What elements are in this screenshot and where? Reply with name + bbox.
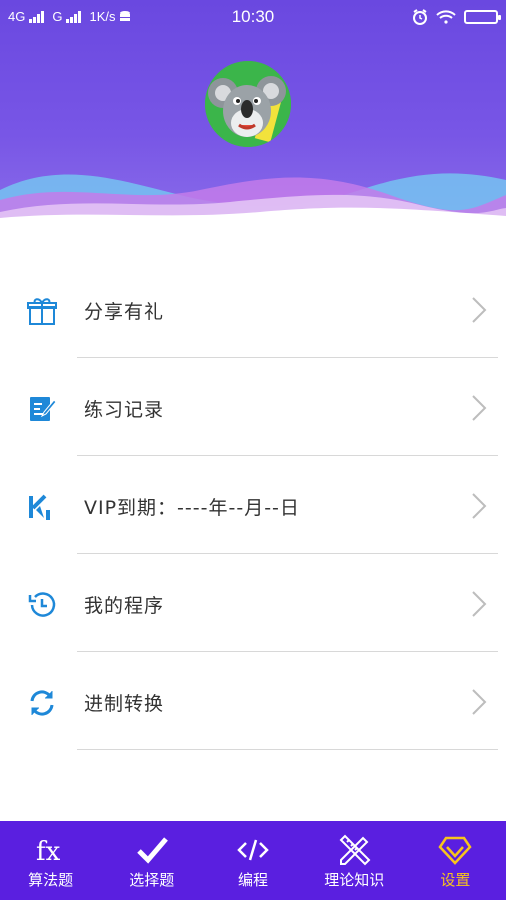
menu-item-vip-expiry[interactable]: VIP到期：----年--月--日 — [0, 456, 506, 554]
chevron-right-icon — [472, 297, 487, 323]
nav-tab-algorithm[interactable]: fx 算法题 — [0, 821, 101, 900]
menu-item-share-gift[interactable]: 分享有礼 — [0, 260, 506, 358]
nav-label-settings: 设置 — [440, 871, 471, 889]
nav-label-algorithm: 算法题 — [28, 871, 74, 889]
menu-label-practice-record: 练习记录 — [84, 399, 165, 421]
menu-item-practice-record[interactable]: 练习记录 — [0, 358, 506, 456]
header-waves — [0, 173, 506, 225]
divider — [77, 749, 498, 750]
nav-label-programming: 编程 — [238, 871, 269, 889]
alarm-icon — [413, 9, 427, 25]
chevron-right-icon — [472, 591, 487, 617]
nav-tab-multiple-choice[interactable]: 选择题 — [101, 821, 202, 900]
status-right — [412, 9, 501, 25]
nav-tab-theory[interactable]: 理论知识 — [304, 821, 405, 900]
checkmark-icon — [135, 833, 169, 867]
chevron-right-icon — [472, 689, 487, 715]
code-icon — [236, 833, 270, 867]
menu-label-base-conversion: 进制转换 — [84, 693, 165, 715]
fx-icon: fx — [34, 833, 68, 867]
svg-text:fx: fx — [36, 837, 61, 865]
nav-tab-programming[interactable]: 编程 — [202, 821, 303, 900]
edit-note-icon — [30, 397, 57, 421]
koala-avatar-icon — [205, 61, 291, 147]
menu-item-my-programs[interactable]: 我的程序 — [0, 554, 506, 652]
pencil-ruler-icon — [337, 833, 371, 867]
wifi-icon — [436, 10, 456, 24]
nav-tab-settings[interactable]: 设置 — [405, 821, 506, 900]
profile-header: 4G G 1K/s 10:30 — [0, 0, 506, 225]
nav-label-multiple-choice: 选择题 — [129, 871, 175, 889]
menu-label-vip-expiry: VIP到期：----年--月--日 — [84, 497, 300, 519]
battery-icon — [464, 10, 501, 24]
avatar[interactable] — [205, 61, 291, 147]
history-clock-icon — [28, 592, 56, 617]
diamond-icon — [438, 833, 472, 867]
menu-label-my-programs: 我的程序 — [84, 595, 165, 617]
menu-label-share-gift: 分享有礼 — [84, 301, 165, 323]
bottom-nav: fx 算法题 选择题 编程 理论知识 设置 — [0, 821, 506, 900]
gift-icon — [27, 298, 57, 325]
chevron-right-icon — [472, 395, 487, 421]
refresh-icon — [30, 690, 54, 716]
menu-item-base-conversion[interactable]: 进制转换 — [0, 652, 506, 750]
settings-menu: 分享有礼 练习记录 VIP到期：----年--月--日 我的程序 进制转换 — [0, 260, 506, 750]
status-bar: 4G G 1K/s 10:30 — [0, 0, 506, 34]
vip-k-icon — [29, 494, 50, 520]
chevron-right-icon — [472, 493, 487, 519]
nav-label-theory: 理论知识 — [324, 871, 385, 889]
